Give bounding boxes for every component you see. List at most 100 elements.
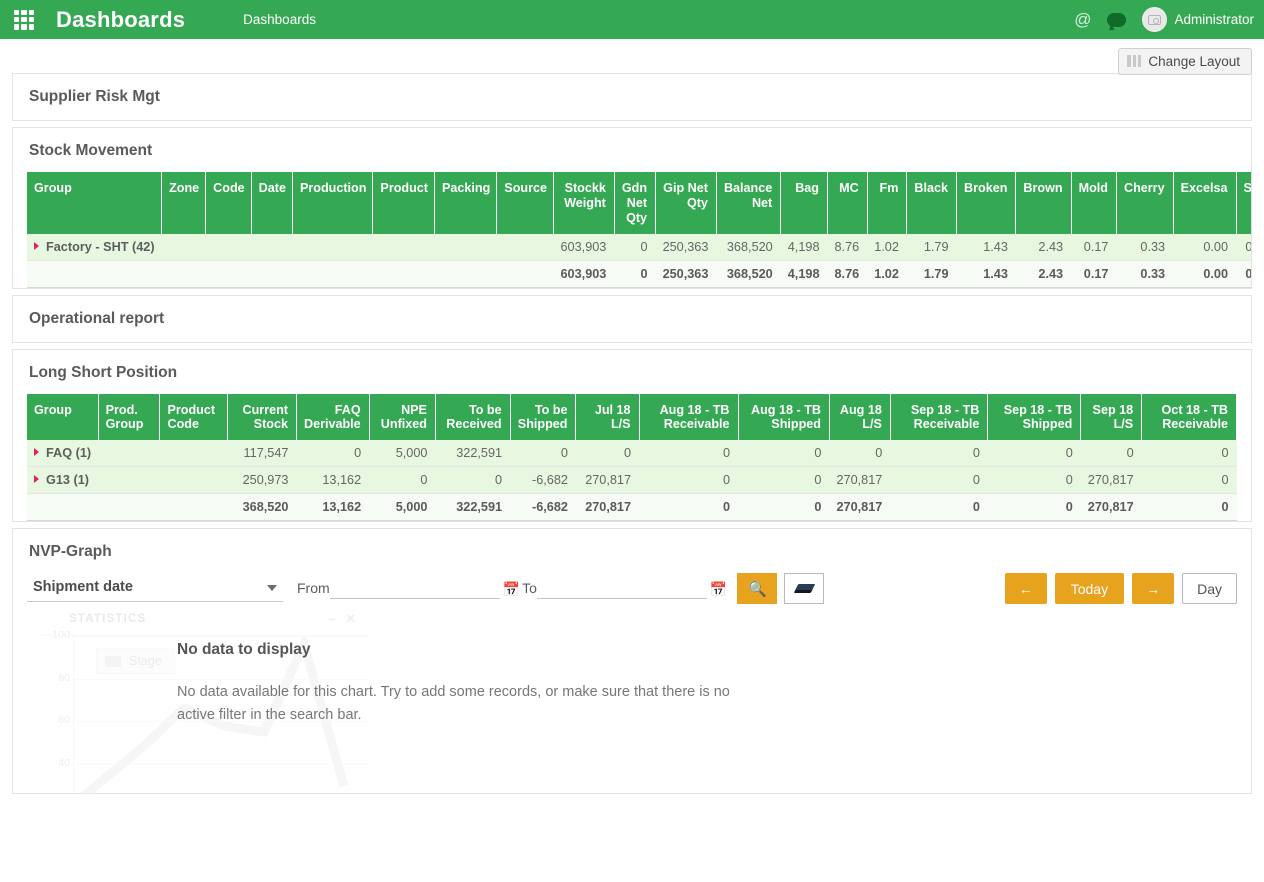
column-header[interactable]: To be Shipped (510, 393, 577, 441)
column-header[interactable]: Mold (1071, 172, 1117, 234)
chart-empty-state: No data to display No data available for… (177, 641, 737, 726)
next-period-button[interactable]: → (1132, 573, 1175, 605)
column-header[interactable]: Bag (780, 172, 828, 234)
column-header[interactable]: S (1236, 172, 1251, 234)
group-label: FAQ (1) (46, 446, 92, 461)
total-cell: 270,817 (829, 493, 891, 522)
column-header[interactable]: Black (906, 172, 958, 234)
total-cell: 2.43 (1015, 260, 1072, 288)
stock-movement-table-wrap[interactable]: Group Zone Code Date Production Product Packin… (13, 172, 1251, 288)
column-header[interactable]: Sep 18 - TB Shipped (987, 393, 1082, 441)
to-date-field: To 📅 (522, 578, 729, 599)
column-header[interactable]: Cherry (1116, 172, 1174, 234)
clear-filter-button[interactable] (784, 573, 825, 605)
column-header[interactable]: Zone (161, 172, 207, 234)
to-date-input[interactable] (536, 578, 707, 599)
panel-title-nvp-graph: NVP-Graph (29, 543, 112, 561)
user-menu[interactable]: Administrator (1142, 7, 1254, 32)
column-header[interactable]: Fm (867, 172, 908, 234)
calendar-icon[interactable]: 📅 (710, 581, 727, 598)
column-header[interactable]: Brown (1015, 172, 1072, 234)
column-header[interactable]: Jul 18 L/S (575, 393, 640, 441)
column-header[interactable]: FAQ Derivable (296, 393, 370, 441)
today-button[interactable]: Today (1054, 573, 1125, 605)
expand-caret-icon[interactable] (34, 475, 39, 484)
change-layout-button[interactable]: Change Layout (1118, 47, 1252, 75)
column-header[interactable]: Balance Net (716, 172, 782, 234)
table-row[interactable]: Factory - SHT (42) 603,903 0 250,363 368,520… (27, 233, 1251, 261)
table-cell: 0 (296, 440, 370, 468)
statistics-ghost-title: STATISTICS (69, 613, 147, 626)
column-header[interactable]: Prod. Group (98, 393, 161, 441)
total-cell: 0 (1236, 260, 1251, 288)
app-title: Dashboards (56, 6, 186, 32)
apps-grid-icon[interactable] (14, 9, 34, 30)
table-cell: 0 (987, 440, 1081, 468)
panel-operational-report: Operational report (12, 294, 1252, 343)
table-cell: 0 (575, 440, 640, 468)
stock-movement-header-row: Group Zone Code Date Production Product Packin… (27, 172, 1251, 234)
column-header[interactable]: Code (205, 172, 252, 234)
table-cell: 13,162 (296, 466, 370, 495)
total-cell (205, 260, 252, 288)
scale-day-button[interactable]: Day (1182, 573, 1237, 605)
mention-icon[interactable]: @ (1074, 11, 1091, 28)
group-cell[interactable]: G13 (1) (27, 466, 99, 495)
column-header[interactable]: Sep 18 L/S (1080, 393, 1143, 441)
chart-legend: Stage (96, 648, 175, 675)
from-date-input[interactable] (329, 578, 500, 599)
table-cell (161, 233, 206, 261)
total-cell (434, 260, 497, 288)
column-header[interactable]: Date (251, 172, 293, 234)
column-header[interactable]: Stockk Weight (553, 172, 615, 234)
table-cell (251, 233, 293, 261)
chat-bubble-icon[interactable] (1107, 12, 1127, 27)
column-header[interactable]: Current Stock (227, 393, 297, 441)
stock-movement-table: Group Zone Code Date Production Product Packin… (27, 172, 1251, 288)
table-cell: 270,817 (829, 466, 891, 495)
total-cell: 0.00 (1173, 260, 1237, 288)
table-row[interactable]: G13 (1) 250,973 13,162 0 0 -6,682 270,817 0 0 270… (27, 466, 1237, 495)
top-header-bar: Dashboards Dashboards @ Administrator (0, 0, 1264, 39)
column-header[interactable]: Group (27, 172, 163, 234)
table-cell: 117,547 (227, 440, 297, 468)
total-cell: 368,520 (227, 493, 297, 522)
table-cell: 250,973 (227, 466, 297, 495)
empty-state-message: No data available for this chart. Try to… (177, 684, 730, 723)
table-row[interactable]: FAQ (1) 117,547 0 5,000 322,591 0 0 0 0 0 0 0 0 0 (27, 440, 1237, 468)
calendar-icon[interactable]: 📅 (503, 581, 520, 598)
long-short-table-wrap[interactable]: Group Prod. Group Product Code Current Stoc… (13, 393, 1251, 522)
column-header[interactable]: Excelsa (1173, 172, 1237, 234)
column-header[interactable]: Source (496, 172, 554, 234)
from-label: From (297, 579, 330, 596)
expand-caret-icon[interactable] (34, 448, 39, 457)
column-header[interactable]: Sep 18 - TB Receivable (890, 393, 989, 441)
column-header[interactable]: Gdn Net Qty (614, 172, 657, 234)
column-header[interactable]: Aug 18 - TB Receivable (639, 393, 739, 441)
column-header[interactable]: Production (292, 172, 374, 234)
column-header[interactable]: Product Code (159, 393, 229, 441)
column-header[interactable]: Broken (956, 172, 1017, 234)
group-cell[interactable]: Factory - SHT (42) (27, 233, 162, 261)
total-cell (372, 260, 435, 288)
breadcrumb[interactable]: Dashboards (243, 12, 316, 27)
column-header[interactable]: Group (27, 393, 99, 441)
column-header[interactable]: Gip Net Qty (655, 172, 717, 234)
column-header[interactable]: NPE Unfixed (369, 393, 436, 441)
change-layout-label: Change Layout (1148, 53, 1240, 69)
table-cell: 8.76 (827, 233, 868, 261)
column-header[interactable]: To be Received (435, 393, 511, 441)
column-header[interactable]: Packing (434, 172, 498, 234)
column-header[interactable]: Oct 18 - TB Receivable (1141, 393, 1237, 441)
column-header[interactable]: Aug 18 - TB Shipped (738, 393, 830, 441)
total-cell: 0 (614, 260, 656, 288)
shipment-date-select[interactable]: Shipment date (27, 575, 283, 603)
group-cell[interactable]: FAQ (1) (27, 440, 99, 468)
column-header[interactable]: MC (827, 172, 868, 234)
expand-caret-icon[interactable] (34, 241, 39, 250)
search-button[interactable]: 🔍 (737, 573, 778, 605)
previous-period-button[interactable]: ← (1004, 573, 1047, 605)
column-header[interactable]: Aug 18 L/S (829, 393, 891, 441)
column-header[interactable]: Product (372, 172, 435, 234)
table-cell: 0 (890, 466, 988, 495)
